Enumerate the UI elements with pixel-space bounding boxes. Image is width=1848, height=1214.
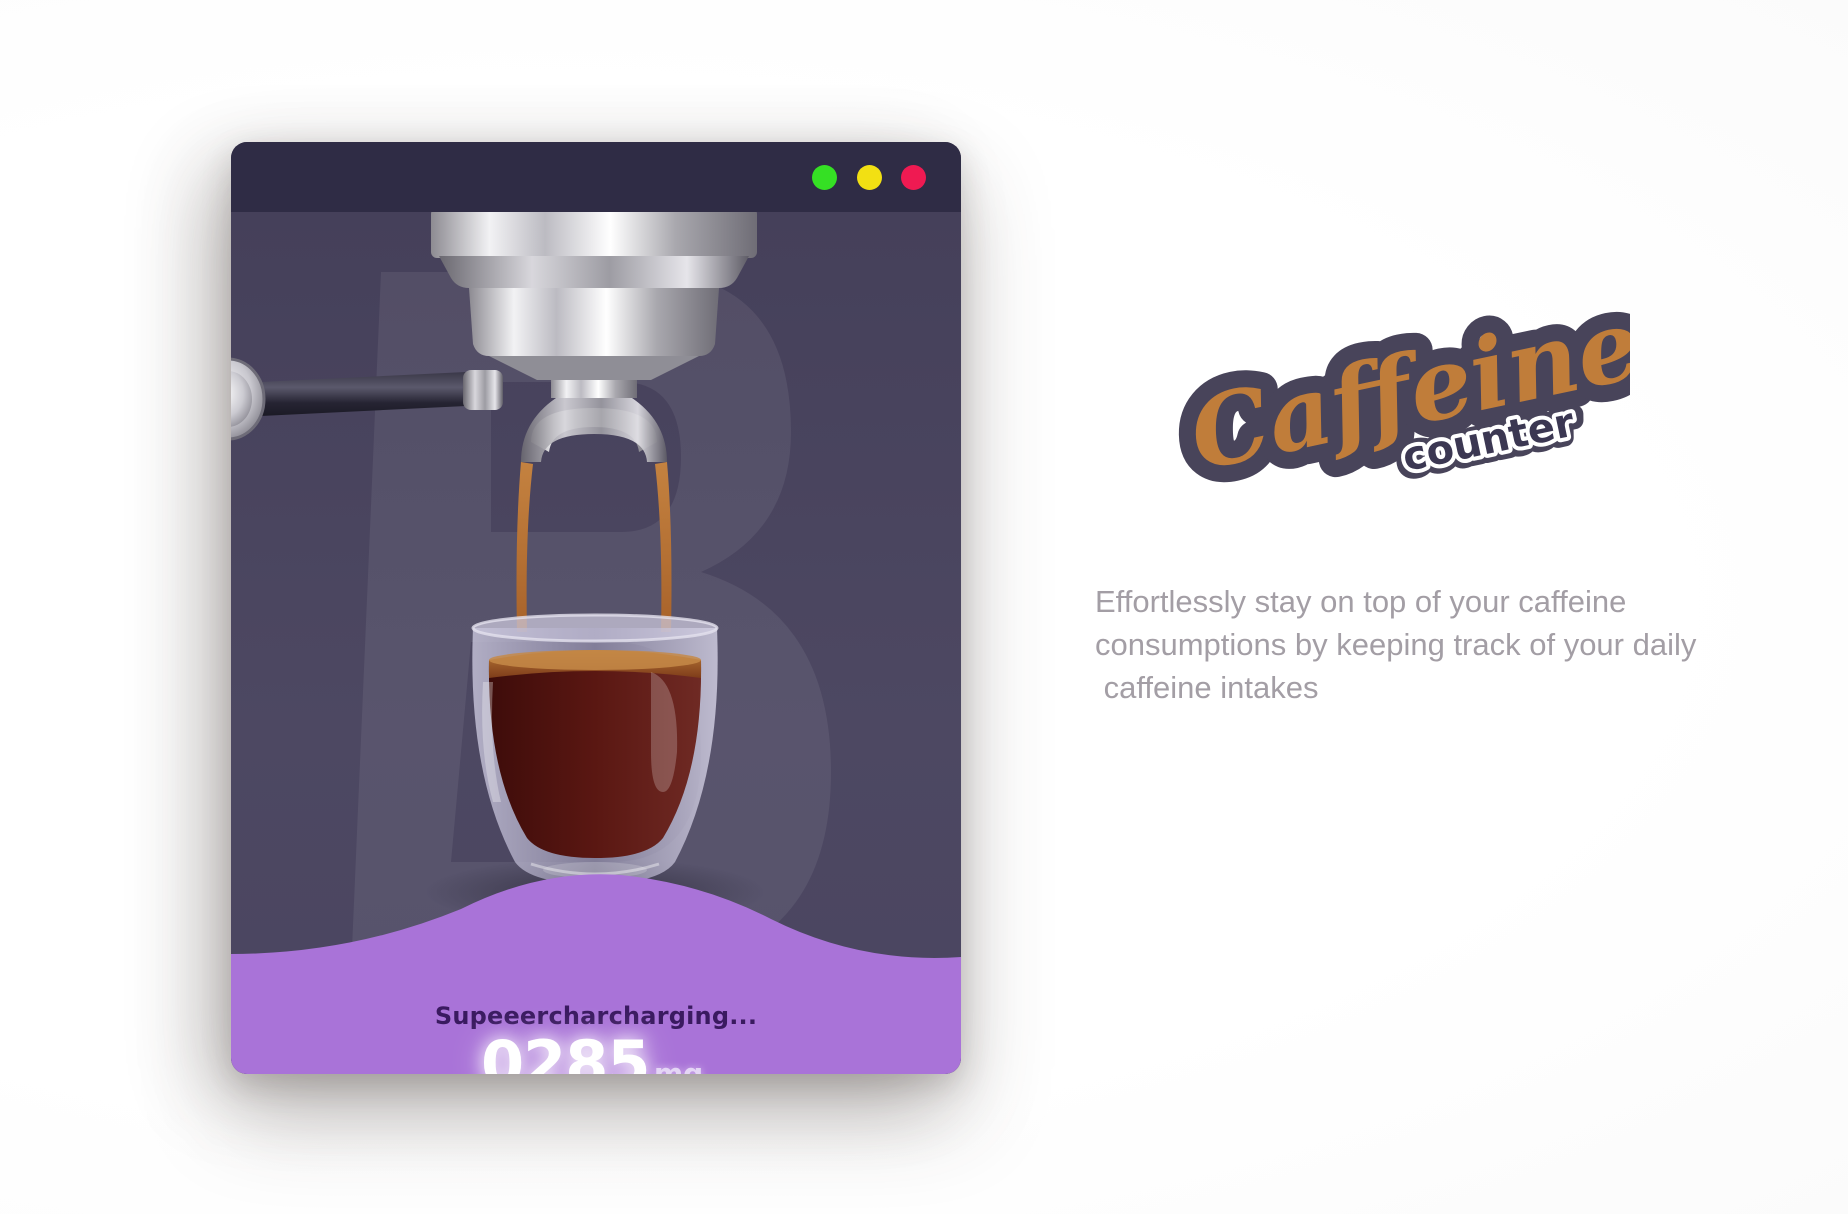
close-button[interactable] (901, 165, 926, 190)
tagline-line-1: Effortlessly stay on top of your caffein… (1095, 584, 1627, 619)
tagline-line-3: caffeine intakes (1095, 670, 1319, 705)
minimize-button[interactable] (857, 165, 882, 190)
stage: Supeeercharcharging... 0285 mg Caffeine … (0, 0, 1848, 1214)
window-titlebar[interactable] (231, 142, 961, 212)
caffeine-readout: 0285 mg (481, 1027, 721, 1074)
caffeine-counter-logo: Caffeine counter counter Caffeine counte… (1163, 300, 1630, 510)
caffeine-unit: mg (654, 1057, 704, 1074)
app-window: Supeeercharcharging... 0285 mg (231, 142, 961, 1074)
group-head (431, 212, 757, 258)
caffeine-amount: 0285 (481, 1027, 651, 1074)
tagline-line-2: consumptions by keeping track of your da… (1095, 627, 1697, 662)
maximize-button[interactable] (812, 165, 837, 190)
app-content: Supeeercharcharging... 0285 mg (231, 212, 961, 1074)
charging-status-label: Supeeercharcharging... (434, 1002, 758, 1030)
tagline: Effortlessly stay on top of your caffein… (1095, 580, 1795, 709)
